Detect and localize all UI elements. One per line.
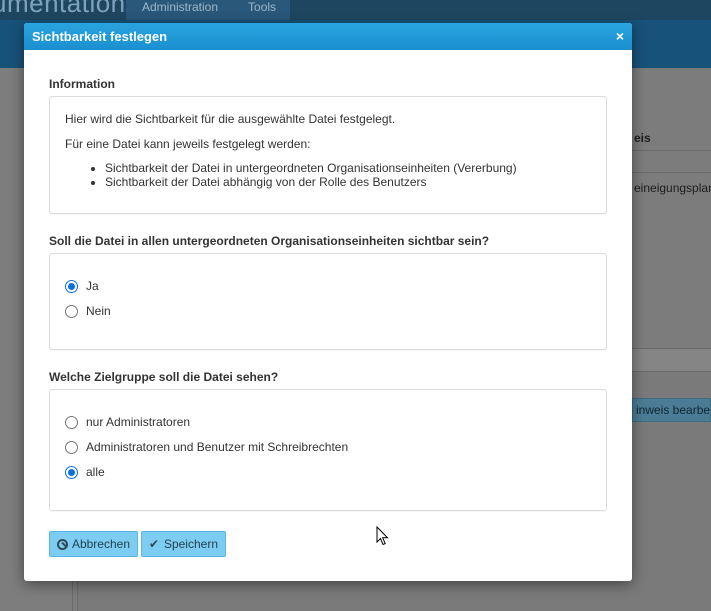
table-divider xyxy=(632,172,711,173)
radio-option-ja[interactable]: Ja xyxy=(65,279,99,293)
radio-option-admins-only[interactable]: nur Administratoren xyxy=(65,415,190,429)
radio-label[interactable]: alle xyxy=(86,465,105,479)
radio-option-nein[interactable]: Nein xyxy=(65,304,111,318)
audience-question: Welche Zielgruppe soll die Datei sehen? xyxy=(49,370,279,384)
audience-box: nur Administratoren Administratoren und … xyxy=(49,389,607,511)
radio-label[interactable]: nur Administratoren xyxy=(86,415,190,429)
list-item: Sichtbarkeit der Datei abhängig von der … xyxy=(105,175,517,189)
list-item: Sichtbarkeit der Datei in untergeordnete… xyxy=(105,161,517,175)
ban-icon xyxy=(57,538,68,550)
tab-tools: Tools xyxy=(248,0,277,14)
app-brand: umentation xyxy=(0,0,126,18)
cancel-button[interactable]: Abbrechen xyxy=(49,531,138,557)
info-line-1: Hier wird die Sichtbarkeit für die ausge… xyxy=(65,112,396,126)
table-divider xyxy=(632,150,711,151)
info-bullet-list: Sichtbarkeit der Datei in untergeordnete… xyxy=(105,161,517,189)
edit-note-button: inweis bearbeit xyxy=(632,398,711,422)
information-heading: Information xyxy=(49,77,115,91)
radio-option-admins-writers[interactable]: Administratoren und Benutzer mit Schreib… xyxy=(65,440,348,454)
app-tabs: Administration Tools xyxy=(126,0,290,20)
inheritance-box: Ja Nein xyxy=(49,253,607,350)
app-topbar: umentation Administration Tools xyxy=(0,0,711,20)
radio-option-all[interactable]: alle xyxy=(65,465,105,479)
radio-button[interactable] xyxy=(65,304,78,318)
radio-button[interactable] xyxy=(65,440,78,454)
inheritance-question: Soll die Datei in allen untergeordneten … xyxy=(49,234,490,248)
dialog-header: Sichtbarkeit festlegen × xyxy=(24,23,632,50)
table-column-header: eis xyxy=(634,131,651,145)
save-button-label: Speichern xyxy=(163,537,218,551)
table-cell: eineigungsplan xyxy=(634,181,711,195)
radio-label[interactable]: Nein xyxy=(86,304,111,318)
table-row xyxy=(632,348,711,372)
radio-label[interactable]: Ja xyxy=(86,279,99,293)
radio-button[interactable] xyxy=(65,465,78,479)
mouse-cursor-icon xyxy=(376,526,389,546)
radio-label[interactable]: Administratoren und Benutzer mit Schreib… xyxy=(86,440,348,454)
visibility-dialog: Sichtbarkeit festlegen × Information Hie… xyxy=(24,23,632,581)
information-box: Hier wird die Sichtbarkeit für die ausge… xyxy=(49,96,607,214)
check-icon: ✔ xyxy=(149,537,160,551)
dialog-title: Sichtbarkeit festlegen xyxy=(32,29,168,44)
app-table-panel xyxy=(632,70,711,370)
save-button[interactable]: ✔ Speichern xyxy=(141,531,226,557)
cancel-button-label: Abbrechen xyxy=(71,537,130,551)
radio-button[interactable] xyxy=(65,415,78,429)
radio-button[interactable] xyxy=(65,279,78,293)
info-line-2: Für eine Datei kann jeweils festgelegt w… xyxy=(65,137,311,151)
tab-administration: Administration xyxy=(142,0,219,14)
close-icon[interactable]: × xyxy=(616,27,624,45)
